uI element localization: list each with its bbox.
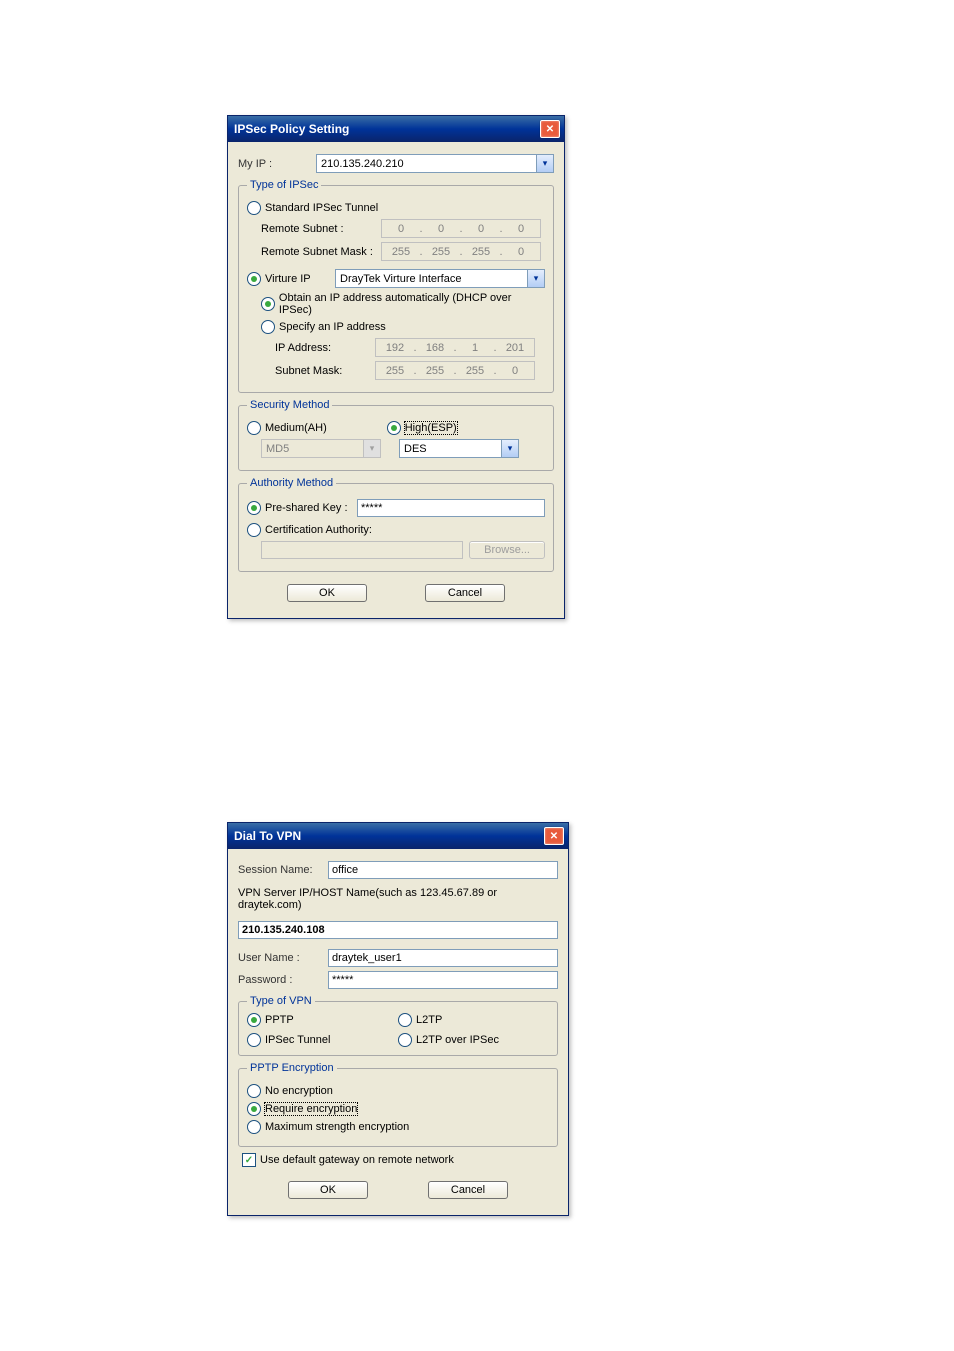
chevron-down-icon: ▾ [363,440,380,457]
subnet-mask-2-label: Subnet Mask: [275,365,375,377]
require-encryption-label: Require encryption [265,1103,357,1115]
remote-subnet-label: Remote Subnet : [261,223,381,235]
cert-path-input [261,541,463,559]
default-gateway-label: Use default gateway on remote network [260,1154,454,1166]
remote-subnet-mask-ip: 255. 255. 255. 0 [381,242,541,261]
medium-ah-radio[interactable]: Medium(AH) [247,421,327,435]
server-hint-text: VPN Server IP/HOST Name(such as 123.45.6… [238,887,558,911]
no-encryption-radio[interactable]: No encryption [247,1084,333,1098]
ip-address-label: IP Address: [275,342,375,354]
medium-ah-label: Medium(AH) [265,422,327,434]
max-encryption-label: Maximum strength encryption [265,1121,409,1133]
pptp-label: PPTP [265,1014,294,1026]
chevron-down-icon: ▾ [527,270,544,287]
ipsec-policy-dialog: IPSec Policy Setting ✕ My IP : 210.135.2… [227,115,565,619]
high-esp-radio[interactable]: High(ESP) [387,421,457,435]
l2tp-over-ipsec-radio[interactable]: L2TP over IPSec [398,1033,549,1047]
cert-authority-label: Certification Authority: [265,524,372,536]
security-method-legend: Security Method [247,399,332,411]
type-of-vpn-group: Type of VPN PPTP L2TP IPSec Tunnel L2TP … [238,995,558,1056]
cert-authority-radio[interactable]: Certification Authority: [247,523,372,537]
esp-algo-value: DES [400,440,501,457]
authority-method-group: Authority Method Pre-shared Key : Certif… [238,477,554,572]
dial-to-vpn-dialog: Dial To VPN ✕ Session Name: VPN Server I… [227,822,569,1216]
remote-subnet-mask-label: Remote Subnet Mask : [261,246,381,258]
my-ip-label: My IP : [238,158,316,170]
session-name-input[interactable] [328,861,558,879]
max-encryption-radio[interactable]: Maximum strength encryption [247,1120,409,1134]
default-gateway-checkbox[interactable]: ✓ Use default gateway on remote network [242,1153,454,1167]
preshared-key-label: Pre-shared Key : [265,502,348,514]
standard-ipsec-tunnel-radio[interactable]: Standard IPSec Tunnel [247,201,378,215]
standard-ipsec-tunnel-label: Standard IPSec Tunnel [265,202,378,214]
close-icon[interactable]: ✕ [540,120,560,138]
ok-button[interactable]: OK [288,1181,368,1199]
titlebar: Dial To VPN ✕ [228,823,568,849]
preshared-key-radio[interactable]: Pre-shared Key : [247,501,357,515]
security-method-group: Security Method Medium(AH) High(ESP) MD5… [238,399,554,471]
esp-algo-select[interactable]: DES ▾ [399,439,519,458]
virtual-ip-label: Virture IP [265,273,311,285]
l2tp-over-ipsec-label: L2TP over IPSec [416,1034,499,1046]
preshared-key-input[interactable] [357,499,545,517]
l2tp-label: L2TP [416,1014,442,1026]
chevron-down-icon: ▾ [501,440,518,457]
ipsec-tunnel-label: IPSec Tunnel [265,1034,330,1046]
high-esp-label: High(ESP) [405,422,457,434]
pptp-encryption-group: PPTP Encryption No encryption Require en… [238,1062,558,1147]
cancel-button[interactable]: Cancel [425,584,505,602]
user-name-input[interactable] [328,949,558,967]
require-encryption-radio[interactable]: Require encryption [247,1102,357,1116]
virtual-interface-select[interactable]: DrayTek Virture Interface ▾ [335,269,545,288]
vpn-server-input[interactable] [238,921,558,939]
ip-address-value: 192. 168. 1. 201 [375,338,535,357]
session-name-label: Session Name: [238,864,328,876]
specify-ip-radio[interactable]: Specify an IP address [261,320,386,334]
close-icon[interactable]: ✕ [544,827,564,845]
no-encryption-label: No encryption [265,1085,333,1097]
subnet-mask-2-value: 255. 255. 255. 0 [375,361,535,380]
type-of-ipsec-group: Type of IPSec Standard IPSec Tunnel Remo… [238,179,554,393]
obtain-dhcp-radio[interactable]: Obtain an IP address automatically (DHCP… [261,292,545,316]
password-input[interactable] [328,971,558,989]
my-ip-value: 210.135.240.210 [317,155,536,172]
ah-algo-value: MD5 [262,440,363,457]
pptp-radio[interactable]: PPTP [247,1013,398,1027]
ipsec-tunnel-radio[interactable]: IPSec Tunnel [247,1033,398,1047]
ah-algo-select: MD5 ▾ [261,439,381,458]
cancel-button[interactable]: Cancel [428,1181,508,1199]
l2tp-radio[interactable]: L2TP [398,1013,549,1027]
user-name-label: User Name : [238,952,328,964]
specify-ip-label: Specify an IP address [279,321,386,333]
ok-button[interactable]: OK [287,584,367,602]
dialog-title: Dial To VPN [234,829,544,843]
pptp-encryption-legend: PPTP Encryption [247,1062,337,1074]
chevron-down-icon: ▾ [536,155,553,172]
type-of-vpn-legend: Type of VPN [247,995,315,1007]
browse-button: Browse... [469,541,545,559]
authority-method-legend: Authority Method [247,477,336,489]
virtual-ip-radio[interactable]: Virture IP [247,272,335,286]
virtual-interface-value: DrayTek Virture Interface [336,270,527,287]
titlebar: IPSec Policy Setting ✕ [228,116,564,142]
my-ip-select[interactable]: 210.135.240.210 ▾ [316,154,554,173]
dialog-title: IPSec Policy Setting [234,122,540,136]
remote-subnet-ip: 0. 0. 0. 0 [381,219,541,238]
type-of-ipsec-legend: Type of IPSec [247,179,321,191]
check-icon: ✓ [242,1153,256,1167]
obtain-dhcp-label: Obtain an IP address automatically (DHCP… [279,292,545,316]
password-label: Password : [238,974,328,986]
